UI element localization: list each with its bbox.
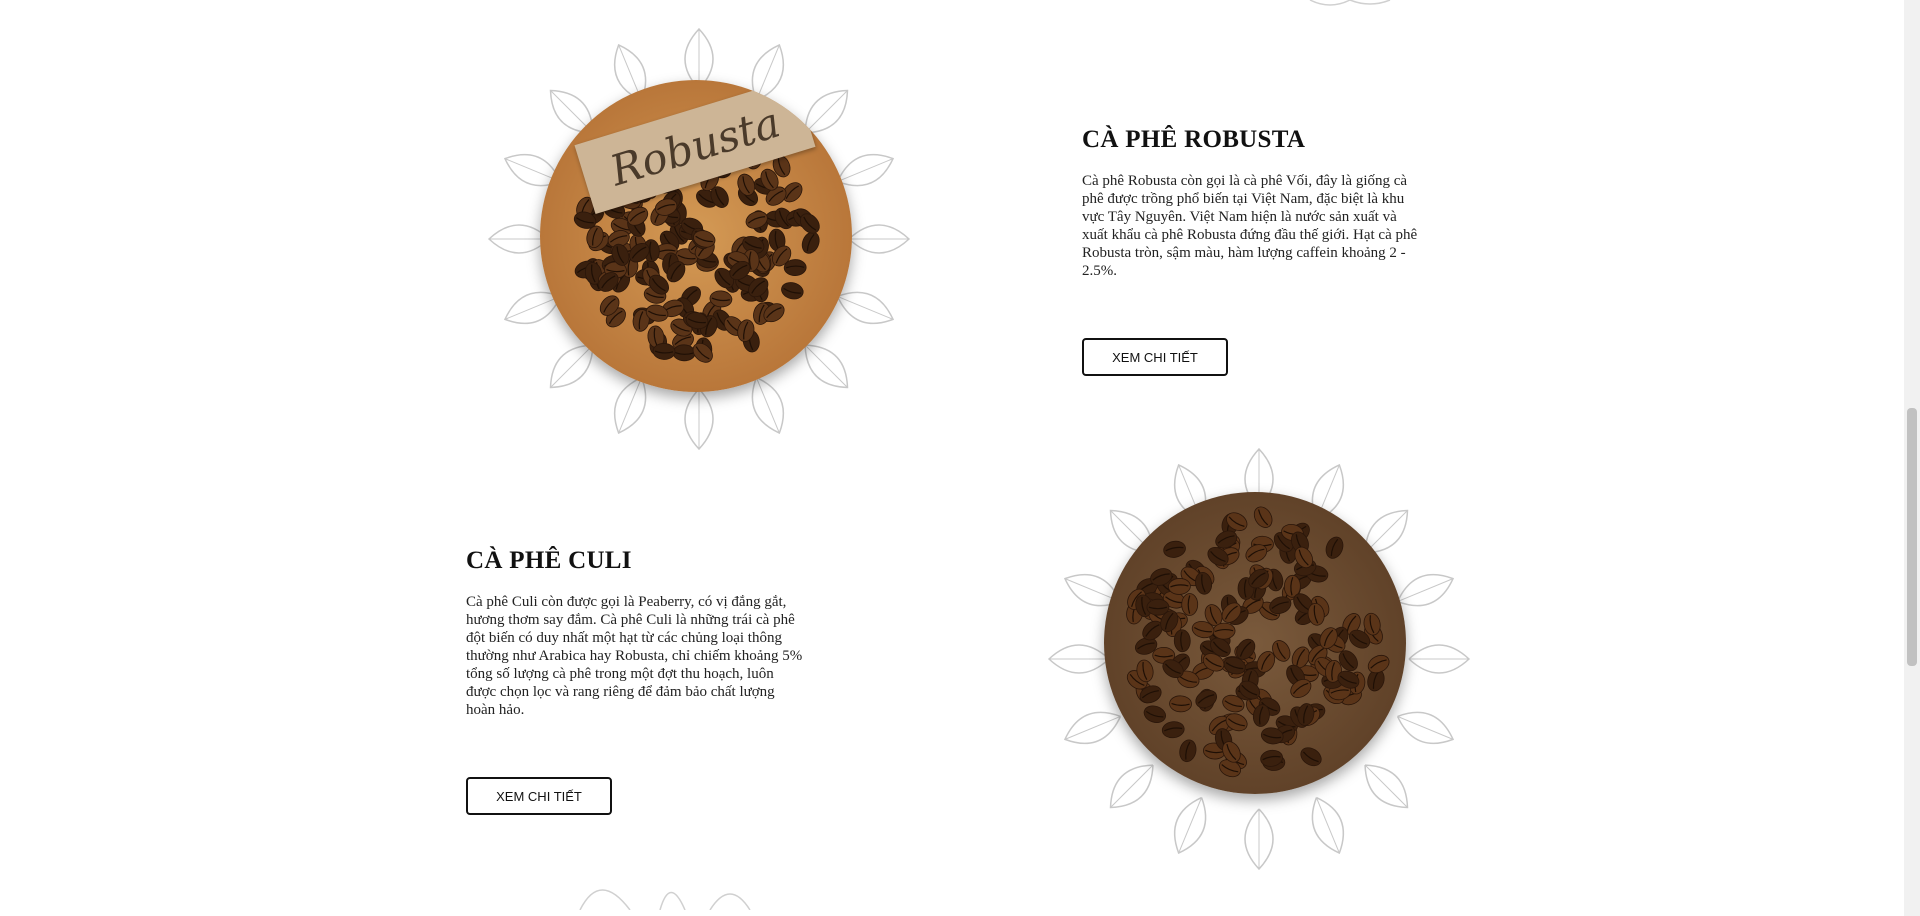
coffee-beans (1126, 506, 1390, 778)
culi-title: CÀ PHÊ CULI (466, 547, 632, 574)
robusta-detail-button[interactable]: XEM CHI TIẾT (1082, 338, 1228, 376)
robusta-info: CÀ PHÊ ROBUSTA Cà phê Robusta còn gọi là… (1082, 126, 1422, 280)
page: Robusta CÀ PHÊ ROBUSTA Cà phê Robusta cò… (0, 0, 1904, 916)
culi-image (1034, 444, 1484, 884)
robusta-title: CÀ PHÊ ROBUSTA (1082, 126, 1306, 153)
robusta-description: Cà phê Robusta còn gọi là cà phê Vối, đâ… (1082, 173, 1418, 279)
vertical-scrollbar[interactable] (1904, 0, 1920, 916)
culi-bowl (1104, 492, 1406, 794)
scrollbar-thumb[interactable] (1907, 408, 1917, 666)
leaf-decoration-top (1309, 0, 1391, 6)
robusta-image: Robusta (474, 24, 924, 464)
robusta-bowl: Robusta (540, 80, 852, 392)
leaf-decoration-bottom (579, 889, 751, 910)
culi-detail-button[interactable]: XEM CHI TIẾT (466, 777, 612, 815)
culi-info: CÀ PHÊ CULI Cà phê Culi còn được gọi là … (466, 547, 806, 719)
culi-description: Cà phê Culi còn được gọi là Peaberry, có… (466, 594, 803, 718)
